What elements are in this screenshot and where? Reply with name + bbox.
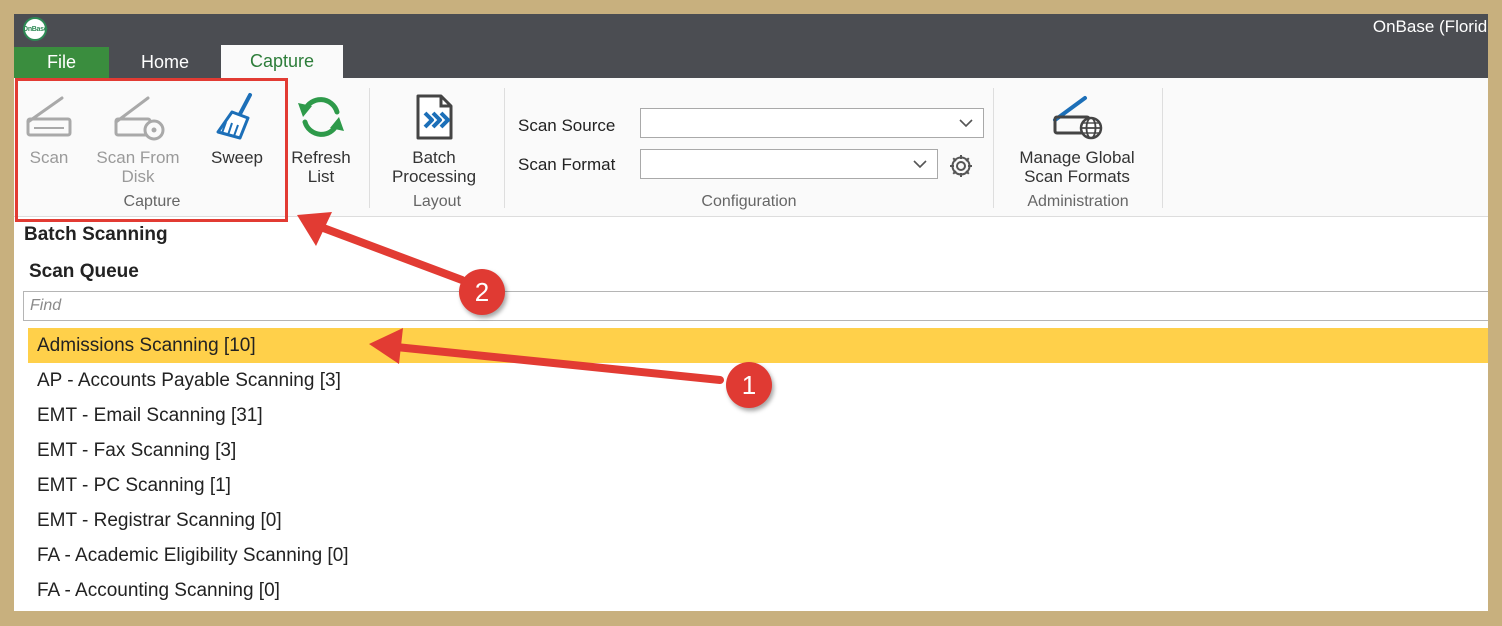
batch-processing-label-1: Batch (412, 148, 456, 167)
annotation-badge-2: 2 (459, 269, 505, 315)
ribbon: Scan Scan From Disk Sweep Capture Refres… (14, 78, 1488, 217)
chevron-down-icon (913, 160, 927, 169)
title-bar: OnBase OnBase (FloridaS File Home Captur… (14, 14, 1488, 78)
onbase-logo-icon[interactable]: OnBase (23, 17, 48, 41)
batch-scanning-title: Batch Scanning (24, 224, 168, 245)
manage-label-1: Manage Global (1019, 148, 1135, 167)
scan-source-label: Scan Source (518, 116, 616, 135)
scan-label: Scan (29, 148, 69, 167)
manage-global-scan-formats-button[interactable]: Manage Global Scan Formats (1004, 92, 1150, 186)
refresh-label-1: Refresh (291, 148, 351, 167)
queue-item-fa-academic[interactable]: FA - Academic Eligibility Scanning [0] (28, 538, 1488, 573)
window-title: OnBase (FloridaS (1372, 17, 1488, 36)
queue-item-admissions[interactable]: Admissions Scanning [10] (28, 328, 1488, 363)
separator (504, 88, 505, 208)
broom-icon (216, 93, 252, 140)
sweep-label: Sweep (211, 148, 263, 167)
capture-group-label: Capture (123, 193, 181, 210)
refresh-label-2: List (307, 167, 335, 186)
gear-icon[interactable] (947, 152, 975, 180)
annotation-badge-1: 1 (726, 362, 772, 408)
queue-item-emt-pc[interactable]: EMT - PC Scanning [1] (28, 468, 1488, 503)
refresh-list-button[interactable]: Refresh List (286, 92, 356, 186)
tab-home[interactable]: Home (109, 47, 221, 78)
layout-group-label: Layout (412, 193, 462, 210)
queue-item-fa-accounting[interactable]: FA - Accounting Scanning [0] (28, 573, 1488, 608)
scan-from-disk-label-2: Disk (121, 167, 155, 186)
scanner-globe-icon (1053, 96, 1103, 140)
separator (369, 88, 370, 208)
refresh-icon (298, 97, 344, 137)
tab-capture[interactable]: Capture (221, 45, 343, 78)
scanner-icon (26, 96, 72, 137)
scan-from-disk-button[interactable]: Scan From Disk (86, 92, 190, 186)
find-input[interactable] (23, 291, 1488, 321)
batch-processing-label-2: Processing (391, 167, 477, 186)
scan-format-label: Scan Format (518, 155, 616, 174)
arrow-to-capture-group (297, 212, 466, 284)
onbase-window: OnBase OnBase (FloridaS File Home Captur… (14, 14, 1488, 611)
queue-item-emt-fax[interactable]: EMT - Fax Scanning [3] (28, 433, 1488, 468)
batch-processing-button[interactable]: Batch Processing (380, 92, 488, 186)
tab-file[interactable]: File (14, 47, 109, 78)
scan-from-disk-label-1: Scan From (96, 148, 180, 167)
separator (993, 88, 994, 208)
batch-document-icon (416, 94, 453, 140)
separator (1162, 88, 1163, 208)
chevron-down-icon (959, 119, 973, 128)
scan-format-dropdown[interactable] (640, 149, 938, 179)
scan-queue-title: Scan Queue (29, 261, 139, 282)
queue-item-emt-registrar[interactable]: EMT - Registrar Scanning [0] (28, 503, 1488, 538)
scanner-disk-icon (114, 96, 165, 141)
sweep-button[interactable]: Sweep (202, 92, 272, 167)
administration-group-label: Administration (1027, 193, 1129, 210)
manage-label-2: Scan Formats (1024, 167, 1130, 186)
scan-button[interactable]: Scan (16, 92, 82, 167)
configuration-group-label: Configuration (701, 193, 797, 210)
scan-source-dropdown[interactable] (640, 108, 984, 138)
